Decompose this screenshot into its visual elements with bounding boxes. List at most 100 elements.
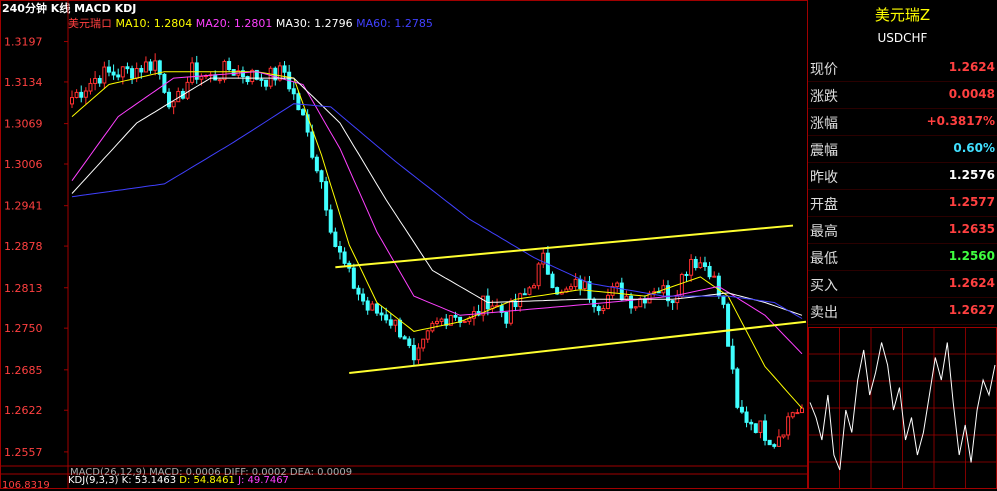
quote-row: 涨跌 0.0048: [808, 82, 997, 109]
candle-body: [790, 412, 795, 418]
y-tick-label: 1.2878: [4, 240, 43, 253]
candle-body: [83, 90, 88, 98]
candle-body: [74, 91, 79, 99]
candle-body: [328, 209, 333, 233]
candle-body: [116, 74, 121, 78]
candle-body: [139, 67, 144, 73]
candle-body: [786, 416, 791, 436]
y-tick-label: 1.2813: [4, 282, 43, 295]
indicator-axis-value: 106.8319: [2, 480, 50, 491]
candle-body: [259, 78, 264, 81]
candle-body: [508, 300, 513, 324]
candle-body: [712, 275, 717, 278]
candle-body: [120, 66, 125, 78]
candle-body: [282, 65, 287, 73]
candle-body: [582, 281, 587, 289]
candle-body: [337, 245, 342, 253]
candle-body: [70, 97, 74, 105]
candle-body: [148, 61, 153, 71]
mini-kdj-chart: [808, 327, 997, 489]
candle-body: [753, 423, 758, 433]
quote-value: 1.2624: [948, 276, 995, 290]
candle-body: [268, 67, 273, 87]
candle-body: [79, 91, 84, 98]
y-tick-label: 1.3006: [4, 158, 43, 171]
candle-body: [134, 67, 139, 79]
candle-body: [217, 79, 222, 82]
candle-body: [388, 319, 393, 326]
candle-body: [153, 60, 158, 71]
candle-body: [532, 285, 537, 289]
kdj-legend-item: J: 49.7467: [238, 475, 289, 486]
quote-value: 0.0048: [948, 87, 995, 101]
candle-body: [402, 336, 407, 340]
candle-body: [245, 76, 250, 83]
kdj-legend-item: D: 54.8461: [179, 475, 239, 486]
candlestick-chart[interactable]: 1.3197 1.3134 1.3069 1.3006 1.2941 1.2878 1.28…: [0, 0, 808, 489]
candle-body: [379, 312, 384, 316]
candle-body: [707, 265, 712, 278]
kdj-legend-item: K: 53.1463: [121, 475, 180, 486]
candle-body: [749, 421, 754, 425]
candle-body: [795, 412, 800, 415]
candle-body: [758, 420, 763, 433]
candle-body: [601, 308, 606, 312]
y-tick-label: 1.3134: [4, 76, 43, 89]
candle-body: [213, 74, 218, 81]
candle-body: [102, 66, 107, 84]
candle-body: [310, 131, 315, 158]
y-tick-label: 1.2557: [4, 446, 43, 459]
candle-body: [190, 62, 195, 83]
quote-name: 美元瑞Z: [874, 6, 931, 24]
candle-body: [93, 77, 98, 84]
candle-body: [374, 303, 379, 314]
candle-body: [679, 273, 684, 297]
candle-body: [596, 306, 601, 312]
candle-body: [167, 91, 172, 108]
quote-label: 涨跌: [810, 89, 838, 105]
candle-body: [324, 181, 329, 211]
candle-body: [726, 303, 731, 347]
candle-body: [143, 61, 148, 73]
candle-body: [670, 300, 675, 304]
candle-body: [739, 406, 744, 413]
quote-label: 涨幅: [810, 116, 838, 132]
quote-row: 最低 1.2560: [808, 244, 997, 271]
candle-body: [629, 295, 634, 309]
quote-label: 震幅: [810, 143, 838, 159]
candle-body: [698, 262, 703, 269]
candle-body: [351, 267, 356, 289]
candle-body: [185, 81, 190, 99]
quote-value: 1.2624: [948, 60, 995, 74]
ma-line-ma20: [71, 71, 803, 355]
ma-line-ma60: [71, 103, 803, 319]
ma-line-ma10: [71, 71, 803, 409]
candle-body: [744, 411, 749, 423]
quote-row: 买入 1.2624: [808, 271, 997, 298]
candle-body: [781, 434, 786, 438]
quote-value: 1.2560: [948, 249, 995, 263]
candle-body: [314, 156, 319, 172]
candle-body: [291, 88, 296, 95]
candle-body: [767, 439, 772, 446]
quote-label: 昨收: [810, 170, 838, 186]
candle-body: [702, 262, 707, 267]
candle-body: [199, 75, 204, 80]
candle-body: [88, 82, 93, 92]
quote-row: 卖出 1.2627: [808, 298, 997, 325]
candle-body: [592, 298, 597, 308]
y-tick-label: 1.2685: [4, 364, 43, 377]
candle-body: [342, 251, 347, 264]
candle-body: [130, 68, 135, 79]
quote-label: 最高: [810, 224, 838, 240]
candle-body: [365, 300, 370, 311]
candle-body: [615, 282, 620, 288]
candle-body: [518, 293, 523, 308]
candle-body: [435, 320, 439, 324]
candle-body: [735, 368, 740, 408]
candle-body: [536, 263, 541, 287]
candle-body: [619, 282, 624, 301]
quote-value: +0.3817%: [926, 114, 995, 128]
candle-body: [356, 287, 361, 295]
quote-label: 现价: [810, 62, 838, 78]
